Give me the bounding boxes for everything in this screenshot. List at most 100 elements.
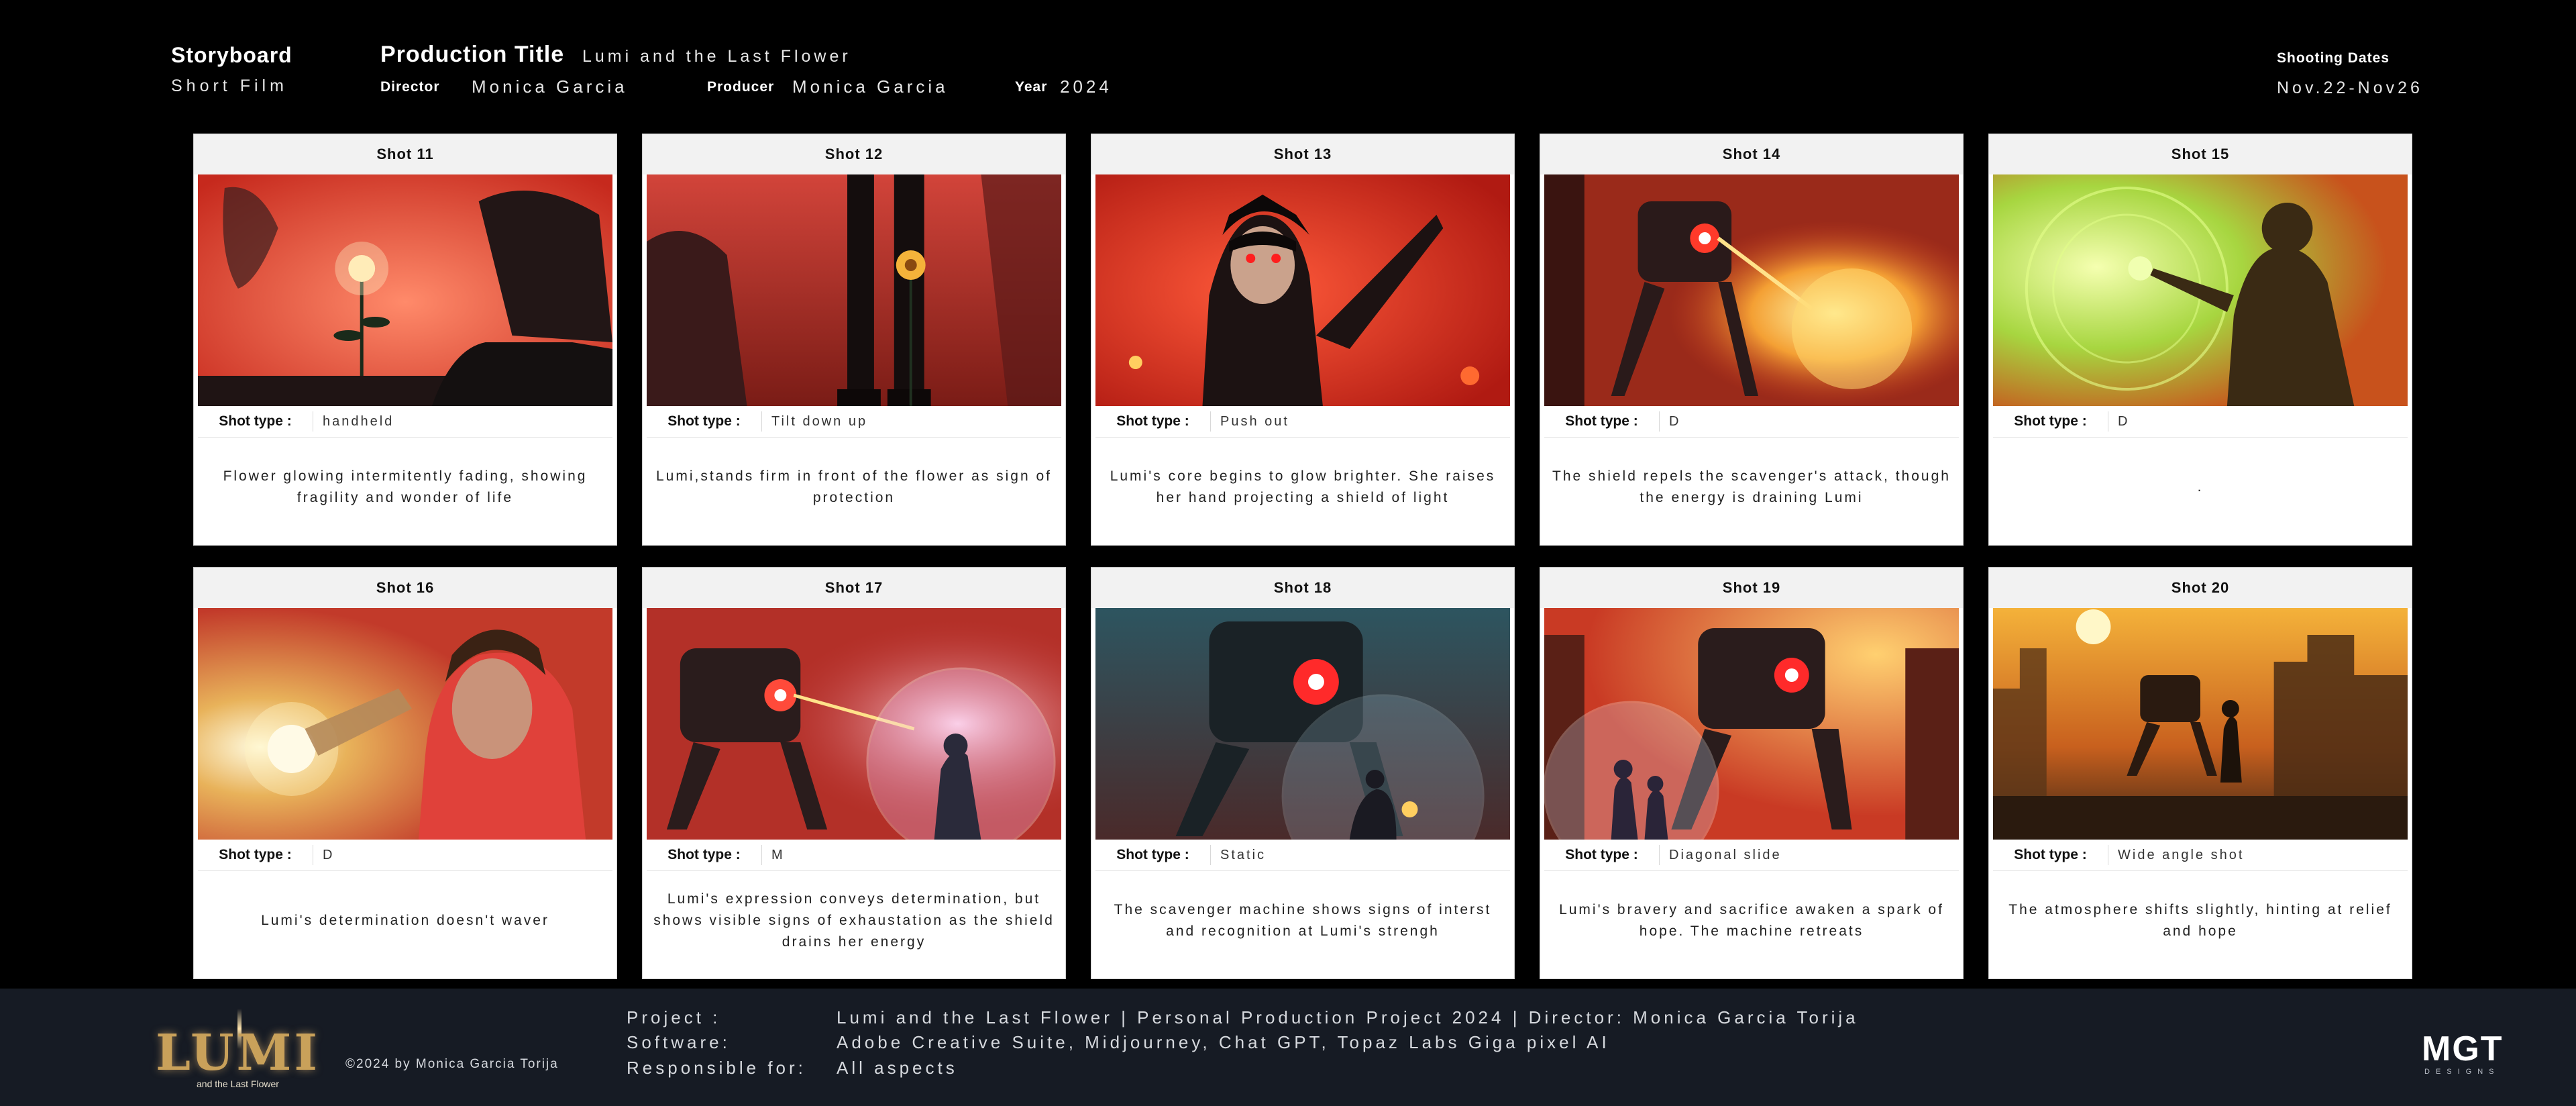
shot-type-row: Shot type : D (1544, 406, 1959, 438)
shot-type-label: Shot type : (1544, 845, 1660, 865)
shot-type-row: Shot type : M (647, 840, 1061, 871)
shot-title: Shot 11 (194, 134, 616, 174)
scene-illustration (1544, 174, 1959, 406)
shot-image[interactable] (198, 608, 612, 840)
shot-card[interactable]: Shot 15 Shot type : D . (1988, 134, 2412, 546)
project-label: Project : (627, 1007, 721, 1027)
shot-type-value: handheld (323, 413, 394, 429)
shot-type-value: Diagonal slide (1669, 847, 1782, 862)
shot-description: Lumi's determination doesn't waver (261, 913, 549, 928)
shot-image[interactable] (1993, 174, 2408, 406)
production-title: Lumi and the Last Flower (582, 47, 851, 66)
lumi-logo-subtitle: and the Last Flower (197, 1078, 279, 1089)
shot-title: Shot 13 (1091, 134, 1514, 174)
shot-description: Lumi,stands firm in front of the flower … (655, 468, 1053, 505)
project-value: Lumi and the Last Flower | Personal Prod… (837, 1007, 1859, 1027)
shot-type-label: Shot type : (647, 411, 762, 432)
year-label: Year (1015, 79, 1048, 95)
scene-illustration (198, 174, 612, 406)
shot-image[interactable] (1095, 174, 1510, 406)
category-label: Short Film (171, 77, 288, 95)
shot-type-value: Static (1220, 847, 1267, 862)
producer-label: Producer (707, 79, 775, 95)
shot-type-value: D (323, 847, 335, 862)
shooting-dates: Nov.22-Nov26 (2277, 79, 2423, 97)
brand-title: Storyboard (171, 43, 292, 67)
shot-type-label: Shot type : (647, 845, 762, 865)
shot-card[interactable]: Shot 16 Shot type : D Lumi's determinati… (193, 567, 617, 979)
shot-type-label: Shot type : (1993, 845, 2108, 865)
scene-illustration (1993, 608, 2408, 840)
shot-type-row: Shot type : Wide angle shot (1993, 840, 2408, 871)
software-label: Software: (627, 1032, 731, 1052)
footer: LUMI and the Last Flower ©2024 by Monica… (0, 989, 2576, 1106)
shot-description: The atmosphere shifts slightly, hinting … (2008, 902, 2392, 939)
shot-type-value: D (2118, 413, 2130, 429)
year-value: 2024 (1060, 77, 1112, 97)
scene-illustration (647, 174, 1061, 406)
shot-description: The shield repels the scavenger's attack… (1552, 468, 1951, 505)
shot-type-label: Shot type : (1095, 411, 1211, 432)
shot-description: Flower glowing intermitently fading, sho… (223, 468, 588, 505)
studio-logo: MGT (2422, 1029, 2504, 1068)
shooting-dates-label: Shooting Dates (2277, 50, 2390, 66)
shot-title: Shot 18 (1091, 568, 1514, 608)
shot-type-row: Shot type : handheld (198, 406, 612, 438)
shot-image[interactable] (1993, 608, 2408, 840)
production-title-label: Production Title (380, 42, 565, 67)
director-name: Monica Garcia (472, 77, 628, 97)
lumi-logo: LUMI (156, 1024, 321, 1082)
shot-image[interactable] (647, 608, 1061, 840)
scene-illustration (647, 608, 1061, 840)
shot-description: Lumi's bravery and sacrifice awaken a sp… (1559, 902, 1944, 939)
shot-image[interactable] (1095, 608, 1510, 840)
shot-title: Shot 20 (1989, 568, 2412, 608)
shot-type-value: Wide angle shot (2118, 847, 2245, 862)
shot-card[interactable]: Shot 12 Shot type : Tilt down up Lumi,st… (642, 134, 1066, 546)
shot-title: Shot 14 (1540, 134, 1963, 174)
responsible-value: All aspects (837, 1058, 958, 1078)
shot-description: Lumi's expression conveys determination,… (653, 891, 1055, 950)
shot-type-value: M (771, 847, 785, 862)
shot-type-row: Shot type : Diagonal slide (1544, 840, 1959, 871)
shot-image[interactable] (198, 174, 612, 406)
shot-type-label: Shot type : (1095, 845, 1211, 865)
shot-type-row: Shot type : D (1993, 406, 2408, 438)
shot-title: Shot 15 (1989, 134, 2412, 174)
shot-card[interactable]: Shot 13 Shot type : Push out Lumi's core… (1091, 134, 1515, 546)
scene-illustration (1544, 608, 1959, 840)
shot-image[interactable] (1544, 608, 1959, 840)
shot-card[interactable]: Shot 17 Shot type : M Lumi's expression … (642, 567, 1066, 979)
shot-type-label: Shot type : (198, 411, 313, 432)
director-label: Director (380, 79, 440, 95)
shot-card[interactable]: Shot 18 Shot type : Static The scavenger… (1091, 567, 1515, 979)
shot-description: Lumi's core begins to glow brighter. She… (1110, 468, 1496, 505)
scene-illustration (198, 608, 612, 840)
shot-type-row: Shot type : Tilt down up (647, 406, 1061, 438)
copyright: ©2024 by Monica Garcia Torija (345, 1057, 559, 1071)
shot-type-label: Shot type : (198, 845, 313, 865)
shot-title: Shot 19 (1540, 568, 1963, 608)
shot-title: Shot 12 (643, 134, 1065, 174)
shot-card[interactable]: Shot 14 Shot type : D The shield repels … (1540, 134, 1964, 546)
producer-name: Monica Garcia (792, 77, 949, 97)
shot-card[interactable]: Shot 20 Shot type : Wide angle shot The … (1988, 567, 2412, 979)
shot-description: . (2197, 479, 2204, 495)
shot-type-value: D (1669, 413, 1681, 429)
shot-type-value: Push out (1220, 413, 1289, 429)
shot-title: Shot 17 (643, 568, 1065, 608)
shot-image[interactable] (1544, 174, 1959, 406)
storyboard-grid: Shot 11 Shot type : handheld Flower glow… (193, 134, 2412, 979)
shot-image[interactable] (647, 174, 1061, 406)
shot-title: Shot 16 (194, 568, 616, 608)
shot-description: The scavenger machine shows signs of int… (1114, 902, 1492, 939)
shot-card[interactable]: Shot 11 Shot type : handheld Flower glow… (193, 134, 617, 546)
scene-illustration (1095, 608, 1510, 840)
shot-type-row: Shot type : D (198, 840, 612, 871)
scene-illustration (1993, 174, 2408, 406)
shot-type-value: Tilt down up (771, 413, 868, 429)
shot-type-row: Shot type : Push out (1095, 406, 1510, 438)
shot-type-label: Shot type : (1544, 411, 1660, 432)
shot-type-label: Shot type : (1993, 411, 2108, 432)
shot-card[interactable]: Shot 19 Shot type : Diagonal slide Lumi'… (1540, 567, 1964, 979)
